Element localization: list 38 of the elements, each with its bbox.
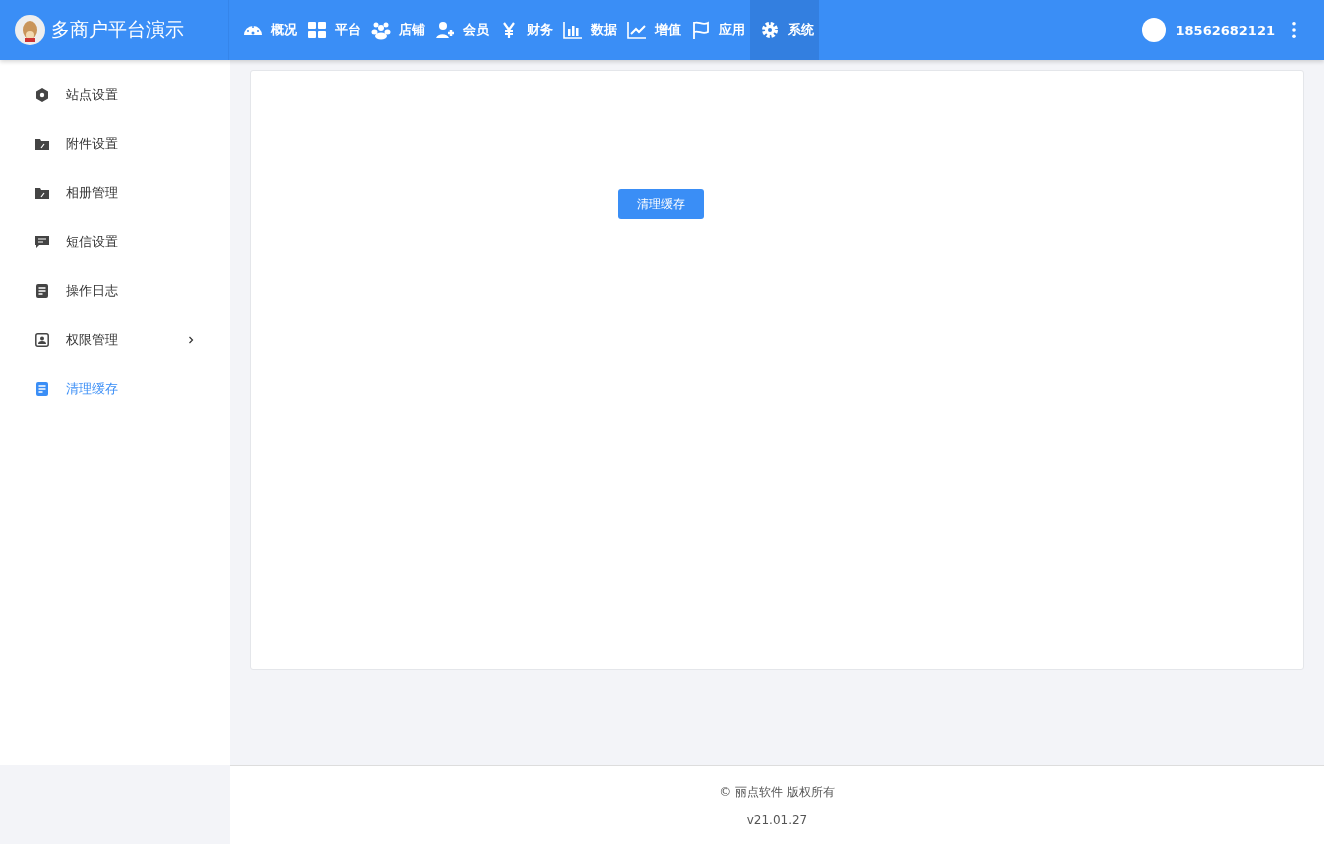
flag-icon [691,20,711,40]
grid-icon [307,20,327,40]
sidebar-item[interactable]: 操作日志 [0,266,230,315]
line-chart-icon [627,20,647,40]
user-card-icon [35,332,49,347]
people-icon [371,20,391,40]
folder-icon [35,185,49,200]
sidebar-item[interactable]: 短信设置 [0,217,230,266]
nav-tab[interactable]: 系统 [750,0,819,60]
nav-tab[interactable]: 平台 [302,0,366,60]
more-menu-icon[interactable] [1291,21,1297,39]
sidebar-item[interactable]: 相册管理 [0,168,230,217]
nav-tab[interactable]: 会员 [430,0,494,60]
nav-tab[interactable]: 增值 [622,0,686,60]
nav-tab[interactable]: 数据 [558,0,622,60]
sidebar-item[interactable]: 清理缓存 [0,364,230,413]
gear-icon [760,20,780,40]
document-icon [35,283,49,298]
user-name[interactable]: 18562682121 [1175,22,1275,38]
copyright-text: © 丽点软件 版权所有 [719,783,835,801]
sidebar-item[interactable]: 附件设置 [0,119,230,168]
bar-chart-icon [563,20,583,40]
nav-tab[interactable]: 财务 [494,0,558,60]
clear-cache-button[interactable]: 清理缓存 [618,189,704,219]
nav-tab[interactable]: 概况 [238,0,302,60]
mascot-logo-icon [15,15,45,45]
document-icon [35,381,49,396]
folder-icon [35,136,49,151]
message-icon [35,234,49,249]
brand-title: 多商户平台演示 [51,17,184,42]
nav-tab[interactable]: 店铺 [366,0,430,60]
version-text: v21.01.27 [746,812,808,827]
chevron-icon [187,335,195,344]
nav-tab[interactable]: 应用 [686,0,750,60]
sidebar-item[interactable]: 权限管理 [0,315,230,364]
sidebar-item[interactable]: 站点设置 [0,70,230,119]
user-avatar[interactable] [1141,18,1166,42]
user-plus-icon [435,20,455,40]
